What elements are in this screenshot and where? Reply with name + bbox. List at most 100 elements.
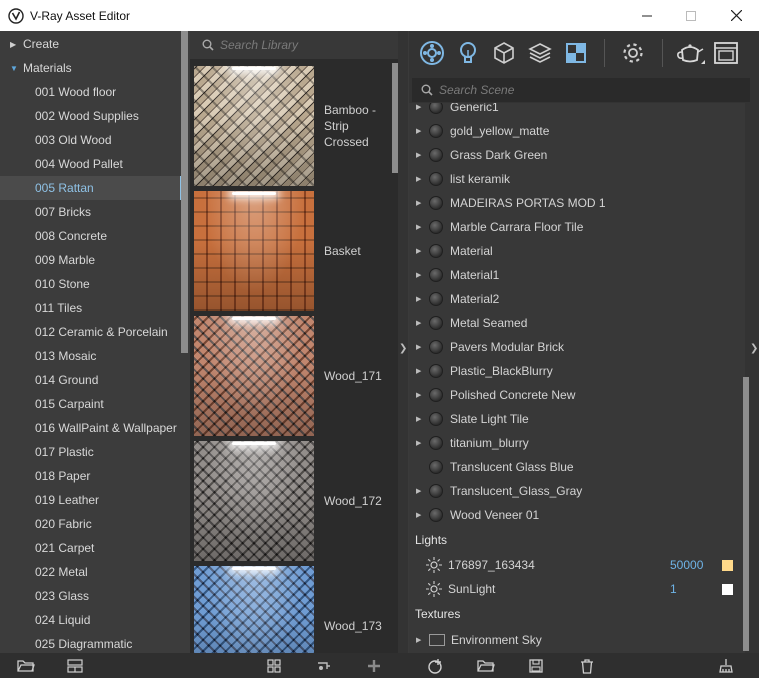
tree-item[interactable]: 009 Marble bbox=[0, 248, 180, 272]
scene-material-item[interactable]: ▶ Metal Seamed bbox=[409, 311, 741, 335]
caret-right-icon[interactable]: ▶ bbox=[10, 40, 20, 49]
tree-category[interactable]: ▼ Materials bbox=[0, 56, 180, 80]
library-material-item[interactable]: Wood_172 bbox=[194, 441, 394, 563]
scene-material-item[interactable]: ▶ Material1 bbox=[409, 263, 741, 287]
caret-right-icon[interactable]: ▶ bbox=[416, 271, 426, 279]
grid-view-button[interactable] bbox=[264, 656, 284, 676]
scene-scrollbar[interactable] bbox=[743, 377, 749, 651]
scene-texture-item[interactable]: ▶ Environment Sky bbox=[409, 628, 741, 652]
caret-right-icon[interactable]: ▶ bbox=[416, 319, 426, 327]
library-material-item[interactable]: Basket bbox=[194, 191, 394, 313]
render-button[interactable] bbox=[675, 38, 705, 68]
scene-material-item[interactable]: ▶ Slate Light Tile bbox=[409, 407, 741, 431]
caret-right-icon[interactable]: ▶ bbox=[416, 127, 426, 135]
library-material-item[interactable]: Wood_171 bbox=[194, 316, 394, 438]
tree-item[interactable]: 022 Metal bbox=[0, 560, 180, 584]
caret-right-icon[interactable]: ▶ bbox=[416, 511, 426, 519]
purge-unused-button[interactable] bbox=[716, 656, 736, 676]
caret-down-icon[interactable]: ▼ bbox=[10, 64, 20, 73]
material-preview-thumbnail[interactable] bbox=[194, 441, 314, 561]
caret-right-icon[interactable]: ▶ bbox=[416, 151, 426, 159]
tree-item[interactable]: 005 Rattan bbox=[0, 176, 184, 200]
scene-material-item[interactable]: ▶ Generic1 bbox=[409, 103, 741, 119]
tree-item[interactable]: 002 Wood Supplies bbox=[0, 104, 180, 128]
scene-material-item[interactable]: Translucent Glass Blue bbox=[409, 455, 741, 479]
tree-item[interactable]: 004 Wood Pallet bbox=[0, 152, 180, 176]
tree-item[interactable]: 025 Diagrammatic bbox=[0, 632, 180, 653]
scene-material-item[interactable]: ▶ list keramik bbox=[409, 167, 741, 191]
textures-tab[interactable] bbox=[561, 38, 591, 68]
light-color-swatch[interactable] bbox=[722, 559, 733, 571]
tree-item[interactable]: 001 Wood floor bbox=[0, 80, 180, 104]
delete-button[interactable] bbox=[577, 656, 597, 676]
minimize-button[interactable] bbox=[624, 0, 670, 31]
tree-item[interactable]: 018 Paper bbox=[0, 464, 180, 488]
material-preview-thumbnail[interactable] bbox=[194, 566, 314, 653]
tree-item[interactable]: 013 Mosaic bbox=[0, 344, 180, 368]
caret-right-icon[interactable]: ▶ bbox=[416, 223, 426, 231]
open-file-button[interactable] bbox=[476, 656, 496, 676]
library-material-item[interactable]: Wood_173 bbox=[194, 566, 394, 653]
caret-right-icon[interactable]: ▶ bbox=[416, 103, 426, 111]
scene-material-item[interactable]: ▶ MADEIRAS PORTAS MOD 1 bbox=[409, 191, 741, 215]
caret-right-icon[interactable]: ▶ bbox=[416, 175, 426, 183]
add-asset-button[interactable] bbox=[425, 656, 445, 676]
light-color-swatch[interactable] bbox=[722, 583, 733, 595]
caret-right-icon[interactable]: ▶ bbox=[416, 247, 426, 255]
caret-right-icon[interactable]: ▶ bbox=[416, 415, 426, 423]
caret-right-icon[interactable]: ▶ bbox=[416, 636, 426, 644]
tree-item[interactable]: 020 Fabric bbox=[0, 512, 180, 536]
scene-material-item[interactable]: ▶ gold_yellow_matte bbox=[409, 119, 741, 143]
scene-search[interactable]: Search Scene bbox=[412, 78, 750, 102]
tree-item[interactable]: 008 Concrete bbox=[0, 224, 180, 248]
tree-item[interactable]: 014 Ground bbox=[0, 368, 180, 392]
material-preview-thumbnail[interactable] bbox=[194, 191, 314, 311]
tree-item[interactable]: 017 Plastic bbox=[0, 440, 180, 464]
geometry-tab[interactable] bbox=[489, 38, 519, 68]
settings-tab[interactable] bbox=[618, 38, 648, 68]
scene-material-item[interactable]: ▶ Material bbox=[409, 239, 741, 263]
tree-category[interactable]: ▶ Create bbox=[0, 32, 180, 56]
tree-item[interactable]: 003 Old Wood bbox=[0, 128, 180, 152]
filter-button[interactable] bbox=[314, 656, 334, 676]
material-preview-thumbnail[interactable] bbox=[194, 316, 314, 436]
tree-item[interactable]: 010 Stone bbox=[0, 272, 180, 296]
scene-material-item[interactable]: ▶ Plastic_BlackBlurry bbox=[409, 359, 741, 383]
scene-light-item[interactable]: SunLight 1 bbox=[409, 577, 741, 601]
caret-right-icon[interactable]: ▶ bbox=[416, 439, 426, 447]
caret-right-icon[interactable]: ▶ bbox=[416, 199, 426, 207]
render-elements-tab[interactable] bbox=[525, 38, 555, 68]
caret-right-icon[interactable]: ▶ bbox=[416, 343, 426, 351]
tree-item[interactable]: 012 Ceramic & Porcelain bbox=[0, 320, 180, 344]
scene-material-item[interactable]: ▶ Wood Veneer 01 bbox=[409, 503, 741, 527]
scene-material-item[interactable]: ▶ Pavers Modular Brick bbox=[409, 335, 741, 359]
scene-splitter[interactable]: ❯ bbox=[749, 31, 759, 653]
scene-material-item[interactable]: ▶ Marble Carrara Floor Tile bbox=[409, 215, 741, 239]
tree-item[interactable]: 011 Tiles bbox=[0, 296, 180, 320]
library-material-item[interactable]: Bamboo - Strip Crossed bbox=[194, 66, 394, 188]
light-intensity-value[interactable]: 1 bbox=[670, 582, 677, 596]
materials-tab[interactable] bbox=[417, 38, 447, 68]
frame-buffer-button[interactable] bbox=[711, 38, 741, 68]
caret-right-icon[interactable]: ▶ bbox=[416, 367, 426, 375]
tree-item[interactable]: 007 Bricks bbox=[0, 200, 180, 224]
scene-light-item[interactable]: 176897_163434 50000 bbox=[409, 553, 741, 577]
tree-item[interactable]: 016 WallPaint & Wallpaper bbox=[0, 416, 180, 440]
caret-right-icon[interactable]: ▶ bbox=[416, 295, 426, 303]
caret-right-icon[interactable]: ▶ bbox=[416, 487, 426, 495]
scene-material-item[interactable]: ▶ titanium_blurry bbox=[409, 431, 741, 455]
tree-scrollbar[interactable] bbox=[181, 31, 188, 353]
scene-material-item[interactable]: ▶ Material2 bbox=[409, 287, 741, 311]
add-to-scene-button[interactable] bbox=[364, 656, 384, 676]
caret-right-icon[interactable]: ▶ bbox=[416, 391, 426, 399]
tree-item[interactable]: 019 Leather bbox=[0, 488, 180, 512]
library-search[interactable]: Search Library bbox=[190, 31, 400, 59]
save-button[interactable] bbox=[526, 656, 546, 676]
maximize-button[interactable] bbox=[668, 0, 714, 31]
tree-item[interactable]: 024 Liquid bbox=[0, 608, 180, 632]
library-splitter[interactable]: ❯ bbox=[398, 31, 408, 653]
tree-item[interactable]: 023 Glass bbox=[0, 584, 180, 608]
tree-item[interactable]: 021 Carpet bbox=[0, 536, 180, 560]
tree-item[interactable]: 015 Carpaint bbox=[0, 392, 180, 416]
scene-material-item[interactable]: ▶ Polished Concrete New bbox=[409, 383, 741, 407]
